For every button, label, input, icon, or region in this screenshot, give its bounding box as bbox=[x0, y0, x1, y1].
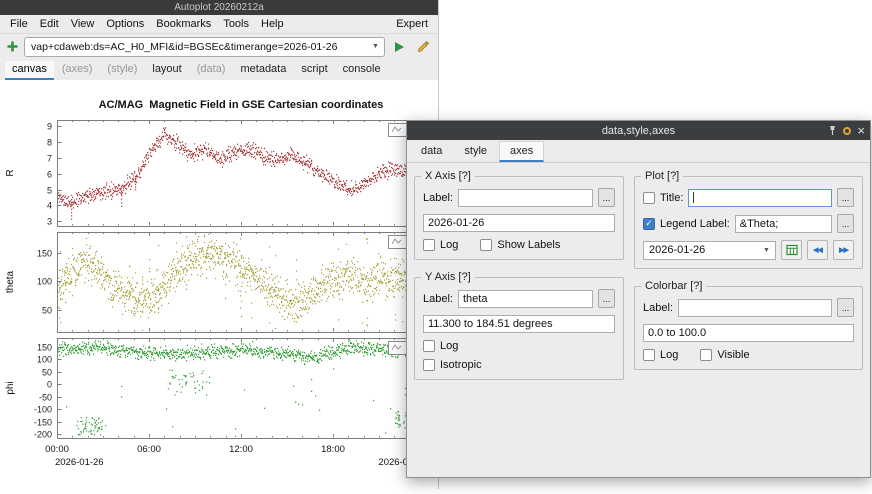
window-titlebar[interactable]: Autoplot 20260212a bbox=[0, 0, 438, 15]
x-axis-show-labels-checkbox[interactable] bbox=[480, 239, 492, 251]
legend-label-more-button[interactable]: ... bbox=[837, 214, 854, 233]
record-circle-icon[interactable] bbox=[843, 127, 851, 135]
x-axis-label-more-button[interactable]: ... bbox=[598, 188, 615, 207]
tab-layout[interactable]: layout bbox=[145, 61, 188, 80]
magnetic-field-plot[interactable] bbox=[0, 80, 438, 489]
menu-tools[interactable]: Tools bbox=[217, 17, 255, 31]
inspect-edit-button[interactable] bbox=[413, 37, 433, 57]
colorbar-visible-checkbox[interactable] bbox=[700, 349, 712, 361]
legend-label-checkbox[interactable]: ✓ bbox=[643, 218, 655, 230]
menu-edit[interactable]: Edit bbox=[34, 17, 65, 31]
calendar-icon bbox=[786, 244, 798, 256]
menu-view[interactable]: View bbox=[65, 17, 101, 31]
tab-canvas[interactable]: canvas bbox=[5, 61, 54, 80]
fast-backward-icon: ◀◀ bbox=[813, 246, 822, 254]
timerange-value: 2026-01-26 bbox=[649, 244, 760, 256]
x-axis-show-labels-label: Show Labels bbox=[497, 239, 560, 251]
step-next-button[interactable]: ▶▶ bbox=[833, 240, 854, 260]
y-axis-group-title: Y Axis [?] bbox=[421, 271, 475, 283]
y-axis-label-input[interactable]: theta bbox=[458, 290, 593, 308]
plot-canvas-area bbox=[0, 80, 438, 489]
check-icon: ✓ bbox=[645, 219, 653, 228]
dialog-tab-style[interactable]: style bbox=[454, 142, 497, 162]
colorbar-log-label: Log bbox=[660, 349, 678, 361]
colorbar-label-more-button[interactable]: ... bbox=[837, 298, 854, 317]
menu-bar: File Edit View Options Bookmarks Tools H… bbox=[0, 15, 438, 34]
x-axis-log-label: Log bbox=[440, 239, 458, 251]
address-bar: vap+cdaweb:ds=AC_H0_MFI&id=BGSEc&timeran… bbox=[0, 34, 438, 59]
legend-label-input[interactable]: &Theta; bbox=[735, 215, 832, 233]
menu-bookmarks[interactable]: Bookmarks bbox=[150, 17, 217, 31]
x-axis-log-checkbox[interactable] bbox=[423, 239, 435, 251]
colorbar-visible-label: Visible bbox=[717, 349, 749, 361]
dialog-titlebar[interactable]: data,style,axes × bbox=[407, 121, 870, 140]
colorbar-label-caption: Label: bbox=[643, 302, 673, 314]
colorbar-range-input[interactable]: 0.0 to 100.0 bbox=[643, 324, 854, 342]
tab-data[interactable]: (data) bbox=[190, 61, 233, 80]
plot-group-title: Plot [?] bbox=[641, 170, 683, 182]
colorbar-group-title: Colorbar [?] bbox=[641, 280, 706, 292]
colorbar-log-checkbox[interactable] bbox=[643, 349, 655, 361]
x-axis-label-input[interactable] bbox=[458, 189, 593, 207]
timerange-combobox[interactable]: 2026-01-26 ▼ bbox=[643, 241, 776, 260]
menu-options[interactable]: Options bbox=[100, 17, 150, 31]
y-axis-label-caption: Label: bbox=[423, 293, 453, 305]
fast-forward-icon: ▶▶ bbox=[839, 246, 848, 254]
autoplot-window: Autoplot 20260212a File Edit View Option… bbox=[0, 0, 439, 489]
dialog-tab-axes[interactable]: axes bbox=[499, 141, 544, 162]
main-tab-bar: canvas (axes) (style) layout (data) meta… bbox=[0, 59, 438, 81]
y-axis-isotropic-label: Isotropic bbox=[440, 359, 482, 371]
plot-title-input[interactable] bbox=[688, 189, 832, 207]
plot-title-more-button[interactable]: ... bbox=[837, 188, 854, 207]
y-axis-log-checkbox[interactable] bbox=[423, 340, 435, 352]
pencil-icon bbox=[416, 40, 430, 54]
x-axis-group-title: X Axis [?] bbox=[421, 170, 475, 182]
y-axis-log-label: Log bbox=[440, 340, 458, 352]
tab-axes[interactable]: (axes) bbox=[55, 61, 100, 80]
tab-script[interactable]: script bbox=[294, 61, 334, 80]
plot-group: Plot [?] Title: ... ✓ Legend Label: &The… bbox=[634, 176, 863, 269]
timerange-calendar-button[interactable] bbox=[781, 240, 802, 260]
chevron-down-icon[interactable]: ▼ bbox=[369, 43, 382, 50]
legend-label-caption: Legend Label: bbox=[660, 218, 730, 230]
y-axis-group: Y Axis [?] Label: theta ... 11.300 to 18… bbox=[414, 277, 624, 380]
tab-console[interactable]: console bbox=[336, 61, 388, 80]
dialog-title: data,style,axes bbox=[602, 125, 675, 137]
play-icon bbox=[395, 42, 404, 52]
dialog-content: X Axis [?] Label: ... 2026-01-26 Log bbox=[407, 163, 870, 386]
pin-icon[interactable] bbox=[828, 125, 837, 136]
axis-column: X Axis [?] Label: ... 2026-01-26 Log bbox=[414, 176, 624, 380]
colorbar-label-input[interactable] bbox=[678, 299, 832, 317]
uri-value: vap+cdaweb:ds=AC_H0_MFI&id=BGSEc&timeran… bbox=[31, 41, 369, 53]
window-title: Autoplot 20260212a bbox=[174, 2, 264, 13]
uri-combobox[interactable]: vap+cdaweb:ds=AC_H0_MFI&id=BGSEc&timeran… bbox=[24, 37, 385, 57]
expert-mode-label[interactable]: Expert bbox=[390, 17, 434, 31]
step-previous-button[interactable]: ◀◀ bbox=[807, 240, 828, 260]
dialog-tab-bar: data style axes bbox=[407, 140, 870, 163]
dialog-title-icons: × bbox=[828, 121, 865, 140]
text-caret bbox=[693, 192, 694, 203]
go-play-button[interactable] bbox=[389, 37, 409, 57]
plot-title-checkbox[interactable] bbox=[643, 192, 655, 204]
colorbar-group: Colorbar [?] Label: ... 0.0 to 100.0 Log bbox=[634, 286, 863, 370]
x-axis-group: X Axis [?] Label: ... 2026-01-26 Log bbox=[414, 176, 624, 260]
x-axis-range-input[interactable]: 2026-01-26 bbox=[423, 214, 615, 232]
dialog-tab-data[interactable]: data bbox=[411, 142, 452, 162]
tab-metadata[interactable]: metadata bbox=[233, 61, 293, 80]
plot-column: Plot [?] Title: ... ✓ Legend Label: &The… bbox=[634, 176, 863, 380]
chevron-down-icon[interactable]: ▼ bbox=[760, 247, 773, 254]
x-axis-label-caption: Label: bbox=[423, 192, 453, 204]
axes-dialog: data,style,axes × data style axes X Axis… bbox=[406, 120, 871, 478]
plot-title-caption: Title: bbox=[660, 192, 683, 204]
y-axis-isotropic-checkbox[interactable] bbox=[423, 359, 435, 371]
add-plus-icon[interactable] bbox=[5, 39, 20, 54]
menu-file[interactable]: File bbox=[4, 17, 34, 31]
close-icon[interactable]: × bbox=[857, 124, 865, 137]
y-axis-range-input[interactable]: 11.300 to 184.51 degrees bbox=[423, 315, 615, 333]
tab-style[interactable]: (style) bbox=[100, 61, 144, 80]
menu-help[interactable]: Help bbox=[255, 17, 290, 31]
y-axis-label-more-button[interactable]: ... bbox=[598, 289, 615, 308]
